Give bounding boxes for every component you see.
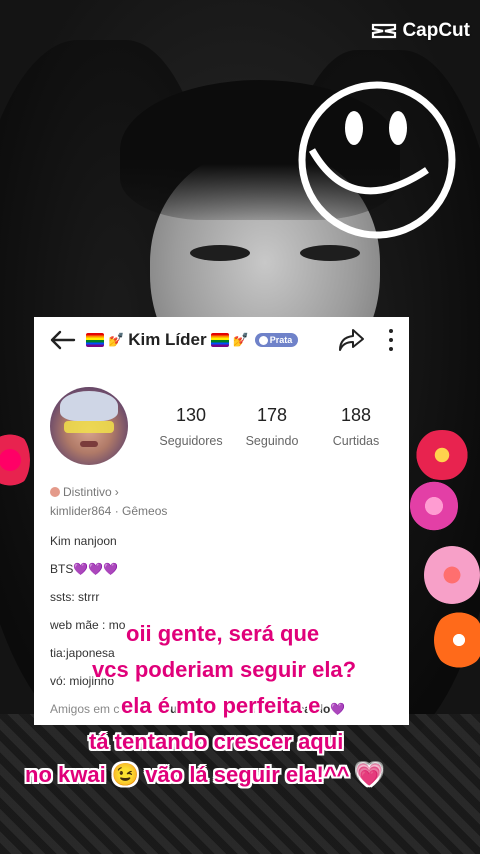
flower-right-2	[410, 480, 458, 532]
following-count: 178	[256, 404, 288, 425]
smiley-doodle	[298, 81, 456, 239]
avatar-mouth	[80, 441, 98, 447]
arrow-left-icon	[50, 330, 76, 350]
username-line: kimlider864 · Gêmeos	[50, 504, 168, 518]
more-dot-icon	[389, 338, 393, 342]
capcut-watermark: CapCut	[371, 20, 470, 42]
likes-stat[interactable]: 188 Curtidas	[327, 405, 385, 448]
likes-count: 188	[340, 404, 372, 425]
capcut-icon	[372, 23, 397, 39]
capcut-brand: CapCut	[402, 20, 470, 41]
caption-line: vcs poderiam seguir ela?	[92, 657, 357, 682]
bio-line: BTS💜💜💜	[50, 562, 119, 576]
eye-left	[190, 245, 250, 261]
eye-right	[300, 245, 360, 261]
likes-label: Curtidas	[332, 433, 380, 448]
caption-line: oii gente, será que	[126, 621, 320, 646]
caption-line: no kwai 😉 vão lá seguir ela!^^ 💗	[25, 762, 384, 787]
profile-title: 💅 Kim Líder 💅	[86, 330, 249, 350]
distintivo-link[interactable]: Distintivo ›	[50, 485, 409, 499]
avatar-glasses	[64, 421, 114, 433]
caption-line: ela é mto perfeita e	[121, 693, 321, 718]
followers-stat[interactable]: 130 Seguidores	[158, 405, 224, 448]
nail-polish-icon: 💅	[232, 332, 249, 347]
share-icon	[339, 329, 364, 351]
following-label: Seguindo	[245, 433, 299, 448]
following-stat[interactable]: 178 Seguindo	[243, 405, 301, 448]
more-dot-icon	[389, 329, 393, 333]
avatar[interactable]	[50, 387, 128, 465]
bio-line: Kim nanjoon	[50, 534, 117, 548]
more-dot-icon	[389, 347, 393, 351]
profile-name: Kim Líder	[128, 330, 207, 349]
avatar-hair	[60, 391, 118, 421]
badge-icon	[258, 335, 268, 345]
profile-stats-row: 130 Seguidores 178 Seguindo 188 Curtidas	[34, 387, 409, 465]
flower-right-3	[424, 545, 480, 605]
chevron-right-icon: ›	[114, 485, 119, 499]
caption-line: tá tentando crescer aqui	[89, 729, 344, 754]
flower-right-4	[434, 610, 480, 670]
more-options-button[interactable]	[387, 329, 395, 351]
flower-right-1	[412, 430, 472, 480]
distintivo-label: Distintivo	[63, 485, 112, 499]
rank-badge[interactable]: Prata	[254, 333, 299, 347]
rainbow-flag-icon	[210, 333, 229, 347]
nail-polish-icon: 💅	[108, 332, 125, 347]
followers-count: 130	[175, 404, 207, 425]
back-button[interactable]	[48, 325, 78, 355]
bio-line: ssts: strrr	[50, 590, 100, 604]
followers-label: Seguidores	[159, 433, 223, 448]
rank-badge-label: Prata	[269, 335, 293, 345]
rainbow-flag-icon	[86, 333, 104, 347]
share-button[interactable]	[337, 326, 365, 354]
distintivo-icon	[50, 487, 60, 497]
profile-top-bar: 💅 Kim Líder 💅 Prata	[34, 317, 409, 363]
